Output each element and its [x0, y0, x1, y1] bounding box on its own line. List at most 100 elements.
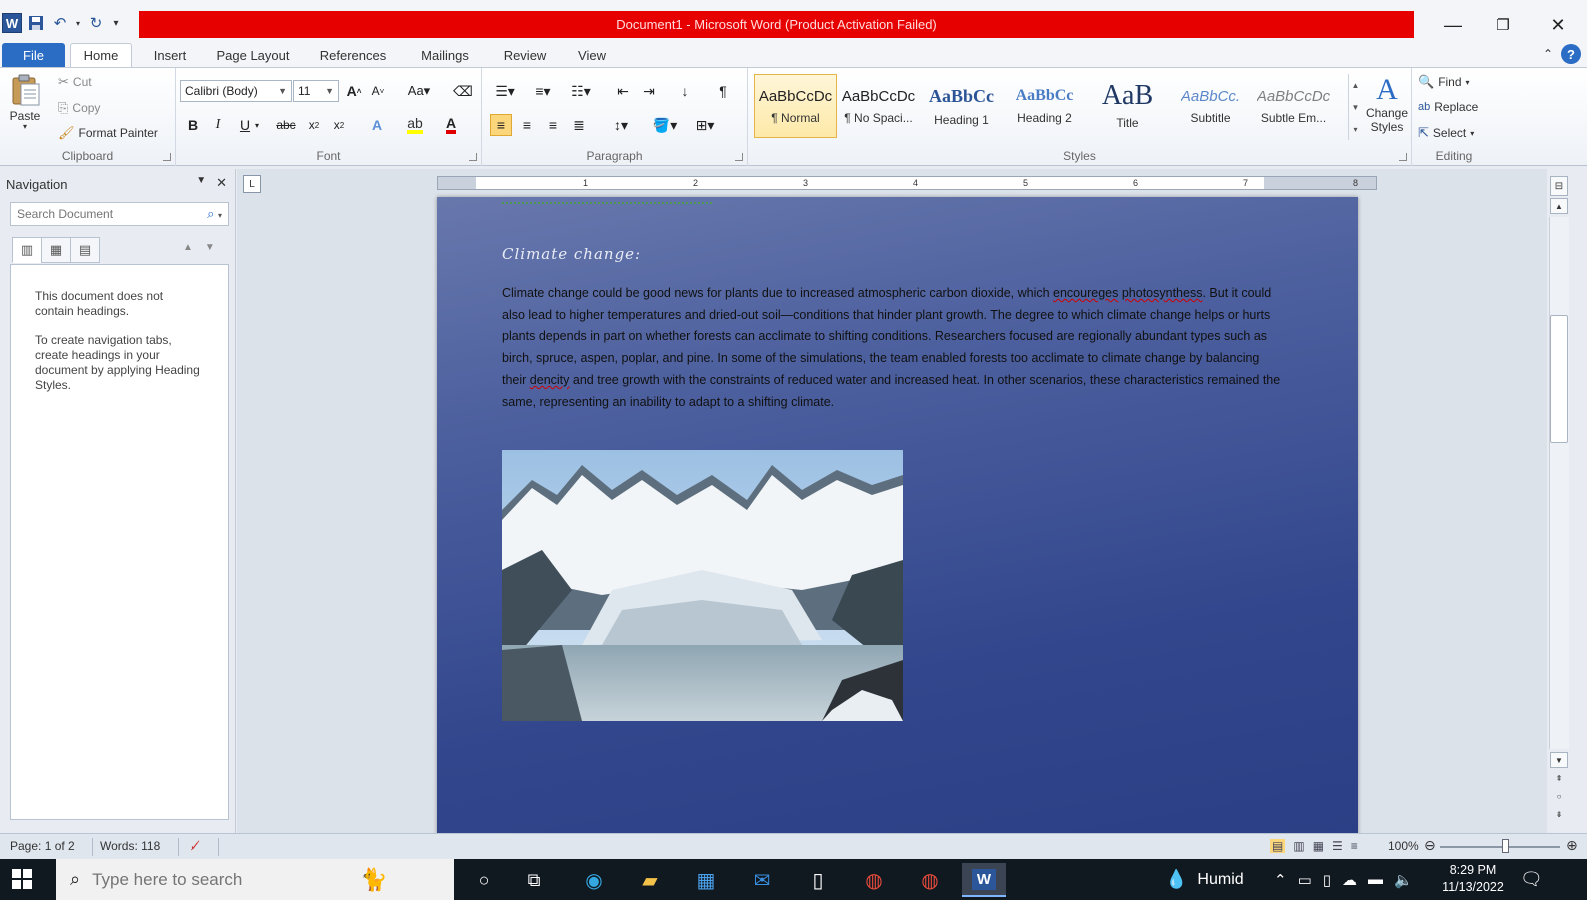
more-styles-icon[interactable]: ▾ [1353, 125, 1357, 134]
align-left-icon[interactable]: ≡ [490, 114, 512, 136]
show-formatting-icon[interactable]: ¶ [712, 80, 734, 102]
zoom-slider-thumb[interactable] [1502, 839, 1509, 853]
zoom-level[interactable]: 100% [1388, 839, 1419, 853]
style-heading-1[interactable]: AaBbCc Heading 1 [920, 74, 1003, 138]
tab-mailings[interactable]: Mailings [406, 43, 484, 67]
superscript-button[interactable]: x2 [328, 114, 350, 136]
next-arrow-icon[interactable]: ▼ [205, 242, 215, 253]
outline-icon[interactable]: ☰ [1332, 839, 1343, 853]
page-count[interactable]: Page: 1 of 2 [10, 839, 75, 853]
sort-icon[interactable]: ↓ [674, 80, 696, 102]
previous-page-icon[interactable]: ⇞ [1550, 770, 1568, 786]
document-heading[interactable]: Climate change: [502, 245, 641, 263]
chevron-up-icon[interactable]: ▲ [1352, 81, 1360, 90]
style-title[interactable]: AaB Title [1086, 74, 1169, 138]
chrome-icon[interactable]: ◍ [852, 863, 896, 897]
clipboard-launcher-icon[interactable] [163, 153, 171, 161]
select-button[interactable]: ⇱ Select ▾ [1418, 125, 1474, 141]
align-center-icon[interactable]: ≡ [516, 114, 538, 136]
web-layout-icon[interactable]: ▦ [1313, 839, 1324, 853]
zoom-out-icon[interactable]: ⊖ [1424, 837, 1436, 854]
misspelled-word[interactable]: dencity [530, 373, 570, 387]
battery-icon[interactable]: ▯ [1323, 871, 1331, 889]
document-page[interactable]: Climate change: Climate change could be … [437, 197, 1358, 833]
cortana-icon[interactable]: ○ [462, 863, 506, 897]
document-body[interactable]: Climate change could be good news for pl… [502, 283, 1287, 413]
style-heading-2[interactable]: AaBbCc Heading 2 [1003, 74, 1086, 138]
next-page-icon[interactable]: ⇟ [1550, 806, 1568, 822]
subscript-button[interactable]: x2 [303, 114, 325, 136]
chevron-down-icon[interactable]: ▼ [1352, 103, 1360, 112]
meet-now-icon[interactable]: ▬ [1368, 871, 1383, 888]
ruler-tab-selector[interactable]: L [243, 175, 261, 193]
chevron-up-icon[interactable]: ⌃ [1274, 871, 1287, 889]
styles-launcher-icon[interactable] [1399, 153, 1407, 161]
paragraph-launcher-icon[interactable] [735, 153, 743, 161]
chrome-profile-icon[interactable]: ◍ [908, 863, 952, 897]
weather-widget[interactable]: 💧 Humid [1165, 859, 1244, 900]
ruler-view-icon[interactable]: ⊟ [1550, 176, 1568, 196]
style-no-spacing[interactable]: AaBbCcDc ¶ No Spaci... [837, 74, 920, 138]
pane-options-icon[interactable]: ▼ [196, 175, 206, 191]
styles-scrollbar[interactable]: ▲ ▼ ▾ [1348, 74, 1362, 140]
glacier-image[interactable] [502, 450, 903, 721]
tab-insert[interactable]: Insert [140, 43, 200, 67]
decrease-indent-icon[interactable]: ⇤ [612, 80, 634, 102]
nav-search-box[interactable]: ⌕ ▾ [10, 202, 229, 226]
format-painter-button[interactable]: 🖌 Format Painter [58, 125, 158, 141]
misspelled-word[interactable]: encoureges [1053, 286, 1118, 300]
minimize-button[interactable]: — [1430, 10, 1476, 40]
style-subtitle[interactable]: AaBbCc. Subtitle [1169, 74, 1252, 138]
word-count[interactable]: Words: 118 [100, 839, 160, 853]
tab-page-layout[interactable]: Page Layout [208, 43, 298, 67]
browse-pages-icon[interactable]: ▦ [41, 237, 71, 263]
horizontal-ruler[interactable]: 1 2 3 4 5 6 7 8 [437, 176, 1377, 190]
tab-file[interactable]: File [2, 43, 65, 67]
close-button[interactable]: ✕ [1535, 10, 1581, 40]
word-logo-icon[interactable]: W [2, 13, 22, 33]
windows-start-icon[interactable] [12, 869, 32, 889]
style-normal[interactable]: AaBbCcDc ¶ Normal [754, 74, 837, 138]
font-launcher-icon[interactable] [469, 153, 477, 161]
redo-icon[interactable]: ↻ [86, 13, 106, 33]
change-case-button[interactable]: Aa▾ [404, 80, 434, 102]
mail-icon[interactable]: ✉ [740, 863, 784, 897]
line-spacing-icon[interactable]: ↕▾ [606, 114, 636, 136]
full-screen-reading-icon[interactable]: ▥ [1293, 839, 1304, 853]
shading-icon[interactable]: 🪣▾ [650, 114, 680, 136]
zoom-slider[interactable] [1440, 846, 1560, 848]
justify-icon[interactable]: ≣ [568, 114, 590, 136]
paste-button[interactable]: Paste ▾ [8, 73, 42, 131]
grow-font-button[interactable]: A ˄ [343, 80, 365, 102]
nav-search-input[interactable] [17, 207, 187, 221]
search-icon[interactable]: ⌕ ▾ [207, 206, 222, 222]
underline-dropdown-icon[interactable]: ▾ [252, 114, 262, 136]
cut-button[interactable]: ✂ Cut [58, 74, 92, 90]
tab-references[interactable]: References [310, 43, 396, 67]
tab-view[interactable]: View [566, 43, 618, 67]
edge-icon[interactable]: ◉ [572, 863, 616, 897]
vertical-scrollbar[interactable] [1549, 217, 1569, 749]
notifications-icon[interactable]: 🗨 [1520, 859, 1543, 900]
paste-dropdown-icon[interactable]: ▾ [23, 122, 27, 131]
volume-icon[interactable]: 🔈 [1394, 871, 1413, 889]
style-subtle-emphasis[interactable]: AaBbCcDc Subtle Em... [1252, 74, 1335, 138]
network-icon[interactable]: ▭ [1298, 871, 1312, 889]
restore-button[interactable]: ❐ [1480, 10, 1526, 40]
store-icon[interactable]: ▦ [684, 863, 728, 897]
multilevel-list-icon[interactable]: ☷▾ [566, 80, 596, 102]
help-icon[interactable]: ? [1561, 44, 1581, 64]
taskbar-search-input[interactable] [92, 869, 393, 890]
scroll-down-icon[interactable]: ▼ [1550, 752, 1568, 768]
highlight-icon[interactable]: ab [404, 114, 426, 136]
save-icon[interactable] [26, 13, 46, 33]
task-view-icon[interactable]: ⧉ [512, 863, 556, 897]
font-size-combo[interactable]: 11 ▼ [293, 80, 339, 102]
undo-dropdown-icon[interactable]: ▾ [74, 13, 82, 33]
numbering-icon[interactable]: ≡▾ [528, 80, 558, 102]
bold-button[interactable]: B [182, 114, 204, 136]
borders-icon[interactable]: ⊞▾ [690, 114, 720, 136]
change-styles-button[interactable]: A Change Styles [1364, 74, 1410, 135]
clear-formatting-icon[interactable]: ⌫ [452, 80, 474, 102]
close-icon[interactable]: ✕ [216, 175, 227, 191]
